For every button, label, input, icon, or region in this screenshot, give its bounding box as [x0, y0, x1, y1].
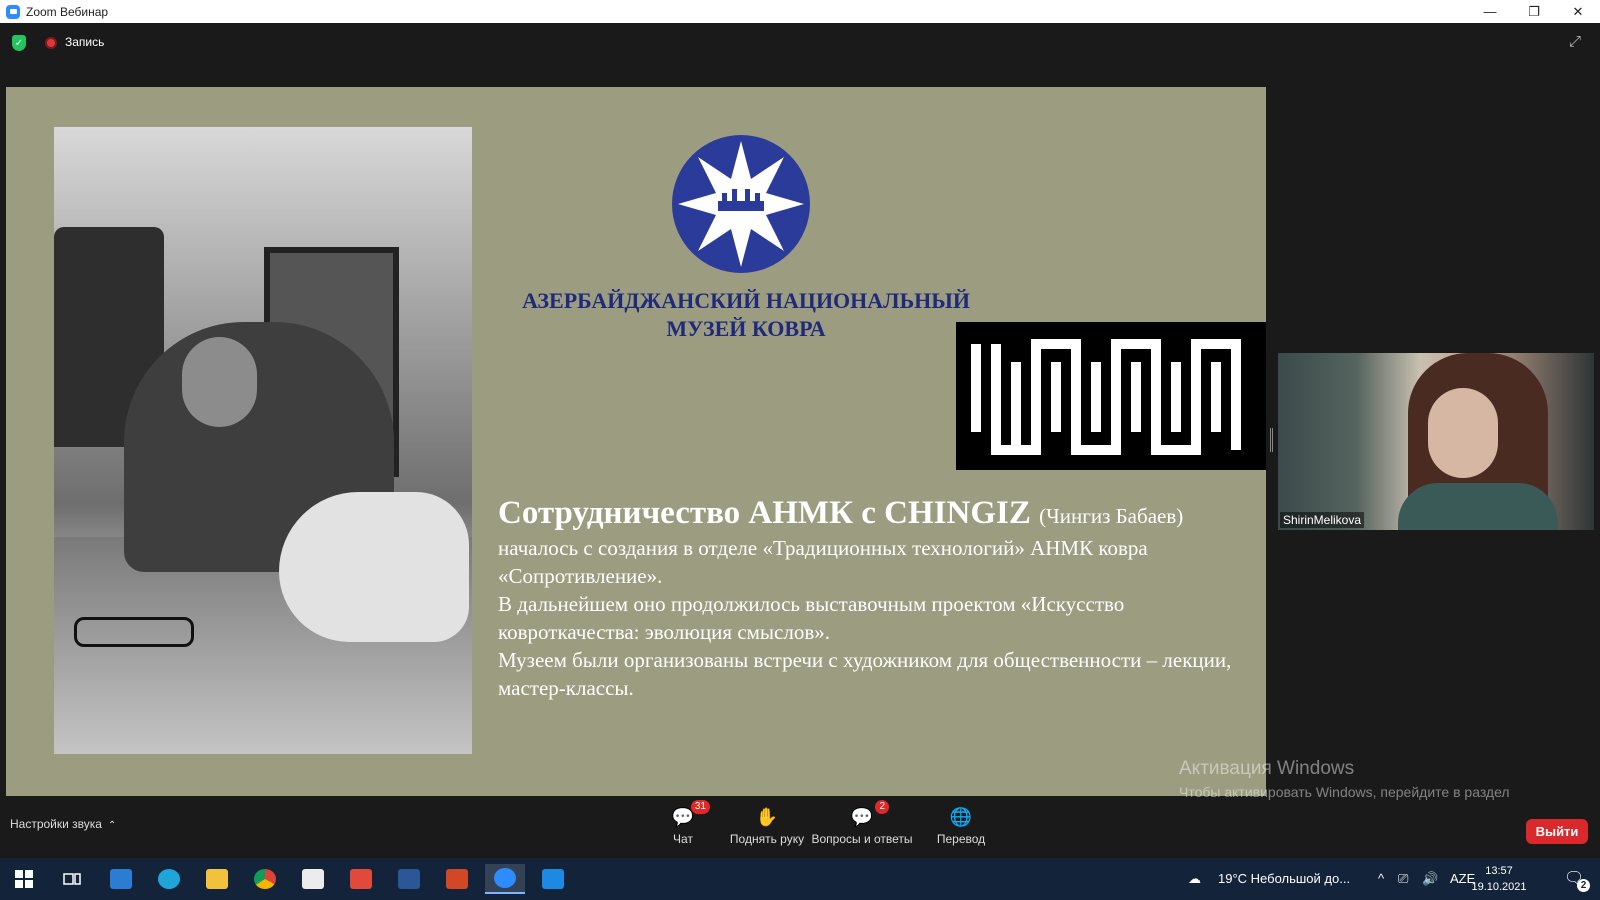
meeting-controls: Настройки звука ⌃ 💬 31 Чат ✋ Поднять руку … — [0, 800, 1600, 858]
windows-taskbar: ☁ 19°C Небольшой до... ^ ⎚ 🔊 AZE 13:57 1… — [0, 858, 1600, 900]
chingiz-logo-icon — [956, 322, 1266, 470]
photos-icon[interactable] — [533, 864, 573, 894]
clock[interactable]: 13:57 19.10.2021 — [1468, 863, 1530, 895]
qa-badge: 2 — [875, 800, 889, 814]
volume-icon[interactable]: 🔊 — [1422, 871, 1438, 887]
qa-button[interactable]: 💬 2 Вопросы и ответы — [808, 800, 916, 846]
chat-icon: 💬 31 — [670, 800, 710, 828]
tray-chevron-icon[interactable]: ^ — [1378, 871, 1384, 886]
leave-button[interactable]: Выйти — [1526, 819, 1588, 844]
participant-name: ShirinMelikova — [1280, 512, 1365, 528]
window-titlebar: Zoom Вебинар — ❐ ✕ — [0, 0, 1600, 23]
museum-name: АЗЕРБАЙДЖАНСКИЙ НАЦИОНАЛЬНЫЙ МУЗЕЙ КОВРА — [522, 288, 970, 341]
chat-badge: 31 — [690, 800, 710, 814]
qa-icon: 💬 2 — [849, 800, 889, 828]
slide-heading: Сотрудничество АНМК с CHINGIZ — [498, 495, 1031, 531]
slide-paragraph-3: Музеем были организованы встречи с худож… — [498, 648, 1232, 700]
close-button[interactable]: ✕ — [1556, 0, 1600, 23]
shared-screen-slide: АЗЕРБАЙДЖАНСКИЙ НАЦИОНАЛЬНЫЙ МУЗЕЙ КОВРА… — [6, 87, 1266, 796]
slide-paragraph-1: началось с создания в отделе «Традиционн… — [498, 536, 1148, 588]
chevron-up-icon: ⌃ — [107, 820, 117, 831]
museum-emblem-icon — [672, 135, 810, 273]
security-shield-icon[interactable]: ✓ — [12, 35, 26, 51]
chrome-browser-icon[interactable] — [245, 864, 285, 894]
word-icon[interactable] — [389, 864, 429, 894]
zoom-taskbar-icon[interactable] — [485, 864, 525, 894]
mail-icon[interactable] — [101, 864, 141, 894]
notifications-icon[interactable]: 🗨 2 — [1564, 868, 1590, 892]
audio-settings-button[interactable]: Настройки звука ⌃ — [10, 817, 116, 831]
windows-activation-title: Активация Windows — [1179, 758, 1355, 779]
edge-browser-icon[interactable] — [149, 864, 189, 894]
powerpoint-icon[interactable] — [437, 864, 477, 894]
slide-body-text: Сотрудничество АНМК с CHINGIZ (Чингиз Ба… — [498, 495, 1238, 702]
start-icon[interactable] — [4, 864, 44, 894]
file-explorer-icon[interactable] — [197, 864, 237, 894]
artist-photo — [54, 127, 472, 754]
task-view-icon[interactable] — [52, 864, 92, 894]
weather-text[interactable]: 19°C Небольшой до... — [1218, 871, 1350, 886]
recording-icon — [45, 37, 57, 49]
store-icon[interactable] — [293, 864, 333, 894]
fullscreen-icon[interactable]: ⤢ — [1566, 33, 1584, 51]
recording-label: Запись — [65, 35, 105, 49]
meeting-topbar: ✓ Запись ⤢ — [0, 23, 1600, 63]
panel-resize-handle[interactable] — [1270, 428, 1273, 452]
globe-icon: 🌐 — [949, 806, 973, 827]
chat-button[interactable]: 💬 31 Чат — [655, 800, 711, 846]
hand-icon: ✋ — [755, 806, 779, 827]
zoom-app-icon — [6, 4, 20, 19]
weather-icon[interactable]: ☁ — [1188, 871, 1201, 887]
network-icon[interactable]: ⎚ — [1398, 871, 1408, 887]
minimize-button[interactable]: — — [1468, 0, 1512, 23]
window-title: Zoom Вебинар — [26, 4, 109, 19]
slide-paragraph-2: В дальнейшем оно продолжилось выставочны… — [498, 592, 1125, 644]
slide-heading-aside: (Чингиз Бабаев) — [1039, 504, 1184, 528]
participant-video[interactable]: ShirinMelikova — [1278, 353, 1594, 530]
pdf-reader-icon[interactable] — [341, 864, 381, 894]
maximize-button[interactable]: ❐ — [1512, 0, 1556, 23]
translate-button[interactable]: 🌐 Перевод — [930, 806, 992, 847]
raise-hand-button[interactable]: ✋ Поднять руку — [717, 806, 817, 847]
